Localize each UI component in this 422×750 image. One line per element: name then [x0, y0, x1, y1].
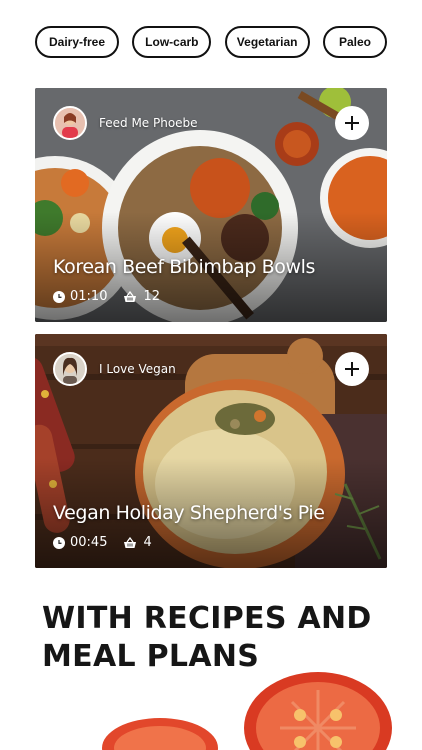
filter-chip-vegetarian[interactable]: Vegetarian: [224, 26, 310, 58]
filter-chip-low-carb[interactable]: Low-carb: [132, 26, 212, 58]
recipe-author[interactable]: I Love Vegan: [53, 352, 176, 386]
promo-headline-line1: WITH RECIPES AND: [42, 601, 372, 636]
clock-icon: [53, 290, 65, 303]
author-name: Feed Me Phoebe: [99, 116, 198, 130]
filter-chip-paleo[interactable]: Paleo: [322, 26, 387, 58]
prep-time: 01:10: [70, 289, 108, 304]
recipe-title: Vegan Holiday Shepherd's Pie: [53, 502, 325, 524]
recipe-card[interactable]: Feed Me Phoebe Korean Beef Bibimbap Bowl…: [35, 88, 387, 322]
tomato-slices-image: [102, 672, 392, 750]
recipe-title: Korean Beef Bibimbap Bowls: [53, 256, 316, 278]
servings-count: 4: [143, 535, 152, 550]
servings-group: 12: [123, 289, 160, 304]
filter-chip-row: Dairy-free Low-carb Vegetarian Paleo: [35, 26, 387, 58]
servings-group: 4: [123, 535, 152, 550]
basket-icon: [124, 290, 137, 302]
add-recipe-button[interactable]: [335, 352, 369, 386]
author-name: I Love Vegan: [99, 362, 176, 376]
prep-time: 00:45: [70, 535, 108, 550]
recipe-card[interactable]: I Love Vegan Vegan Holiday Shepherd's Pi…: [35, 334, 387, 568]
add-recipe-button[interactable]: [335, 106, 369, 140]
filter-chip-dairy-free[interactable]: Dairy-free: [35, 26, 119, 58]
plus-icon: [345, 116, 359, 130]
author-avatar: [53, 106, 87, 140]
plus-icon: [345, 362, 359, 376]
recipe-author[interactable]: Feed Me Phoebe: [53, 106, 198, 140]
author-avatar: [53, 352, 87, 386]
servings-count: 12: [143, 289, 161, 304]
recipe-meta: 00:45 4: [53, 535, 152, 550]
clock-icon: [53, 536, 65, 549]
recipe-meta: 01:10 12: [53, 289, 160, 304]
basket-icon: [124, 536, 137, 548]
